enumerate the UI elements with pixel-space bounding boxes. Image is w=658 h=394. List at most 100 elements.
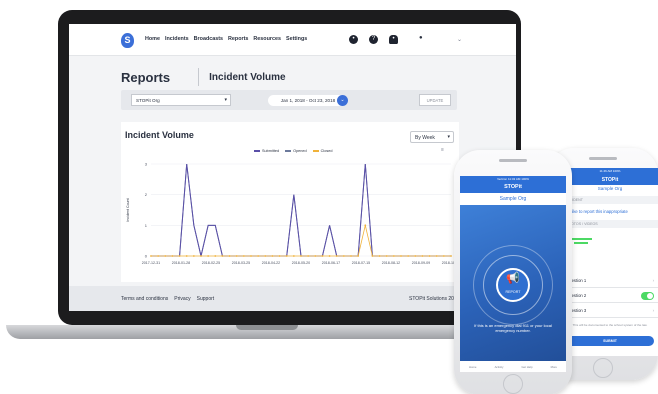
data-point [214,255,217,257]
page-header: Reports Incident Volume [121,68,286,86]
help-icon[interactable]: ? [369,35,378,44]
data-point [414,255,417,257]
attachment-thumb[interactable] [574,242,588,244]
legend-item[interactable]: Opened [285,149,307,153]
legend-label: Closed [320,149,333,153]
data-point [435,255,438,257]
app-header: STOPit [562,175,658,185]
data-point [357,255,360,257]
nav-link-incidents[interactable]: Incidents [165,36,189,42]
laptop-notch [236,325,298,330]
data-point [328,255,331,257]
data-point [342,255,345,257]
data-point [392,255,395,257]
report-link[interactable]: I'd like to report this inappropriate [566,209,628,214]
footer-link-support[interactable]: Support [197,296,215,302]
app-header: STOPit [504,184,522,190]
x-tick-label: 2018-07-15 [352,261,370,265]
tab-get-help[interactable]: Get Help [521,365,532,369]
data-point [364,224,367,227]
copyright-text: STOPit Solutions 201 [409,296,457,302]
question-row[interactable]: Question 1 › [562,274,658,288]
update-button[interactable]: UPDATE [419,94,451,106]
nav-link-reports[interactable]: Reports [228,36,248,42]
data-point [164,255,167,257]
chevron-right-icon: › [652,278,654,283]
date-range-picker[interactable]: Jan 1, 2018 - Oct 23, 2018 [268,95,348,106]
question-row[interactable]: Question 2 [562,289,658,303]
nav-link-resources[interactable]: Resources [253,36,281,42]
nav-link-settings[interactable]: Settings [286,36,307,42]
series-line [151,163,451,257]
chat-icon[interactable]: • [349,35,358,44]
x-tick-label: 2018-02-25 [202,261,220,265]
legend-label: Submitted [262,149,280,153]
tab-more[interactable]: More [551,365,557,369]
period-select[interactable]: By Week [410,131,454,143]
data-point [300,255,302,257]
home-button[interactable] [503,374,523,394]
x-tick-label: 2018-03-25 [232,261,250,265]
legend-item[interactable]: Submitted [254,149,279,153]
chart-tools-icon[interactable]: ≡ [441,147,444,153]
megaphone-icon: 📢 [506,272,520,285]
status-battery: 100% [612,169,621,173]
divider [198,68,200,86]
attachment-thumb[interactable] [570,238,592,240]
phone-front-screen: Verizon 11:43 AM 100% STOPit Sample Org … [460,176,566,372]
chevron-down-icon[interactable]: ⌄ [337,95,348,106]
x-tick-label: 2018-05-20 [292,261,310,265]
org-selector[interactable]: Sample Org [562,186,658,191]
chart-title: Incident Volume [125,130,194,140]
submit-button[interactable]: SUBMIT [566,336,654,346]
org-selector[interactable]: Sample Org [460,193,566,205]
data-point [307,255,310,257]
top-nav: S Home Incidents Broadcasts Reports Reso… [69,24,516,56]
data-point [450,255,452,257]
data-point [285,255,288,257]
footer-link-privacy[interactable]: Privacy [174,296,190,302]
section-header: PHOTOS / VIDEOS [562,220,658,228]
user-icon[interactable]: ● [419,35,423,41]
data-point [292,255,295,257]
nav-link-home[interactable]: Home [145,36,160,42]
dashboard-screen: S Home Incidents Broadcasts Reports Reso… [69,24,516,311]
tab-activity[interactable]: Activity [495,365,504,369]
bell-icon[interactable]: • [389,35,398,44]
data-point [385,255,388,257]
x-tick-label: 2018-04-22 [262,261,280,265]
data-point [157,255,160,257]
phone-speaker [499,159,527,162]
footer-link-terms[interactable]: Terms and conditions [121,296,168,302]
home-button[interactable] [593,358,613,378]
legend-item[interactable]: Closed [312,149,333,153]
section-header: INCIDENT [562,196,658,204]
tab-home[interactable]: Home [469,365,476,369]
data-point [185,255,188,257]
question-row[interactable]: Question 3 › [562,304,658,318]
data-point [242,255,245,257]
nav-link-broadcasts[interactable]: Broadcasts [194,36,223,42]
incident-volume-card: Incident Volume By Week ≡ Submitted Open… [121,122,459,282]
x-tick-label: 2017-12-31 [142,261,160,265]
data-point [150,255,152,257]
data-point [378,255,381,257]
x-tick-label: 2018-06-17 [322,261,340,265]
page-title: Reports [121,69,171,85]
stopit-logo[interactable]: S [121,33,134,48]
data-point [257,255,260,257]
x-tick-label: 2018-08-12 [382,261,400,265]
y-tick-label: 1 [145,223,148,228]
status-carrier: Verizon [497,177,508,181]
legend-label: Opened [293,149,307,153]
data-point [371,255,374,257]
chevron-down-icon[interactable]: ⌄ [457,36,462,43]
phone-speaker [589,157,617,160]
data-point [221,255,224,257]
footer: Terms and conditions Privacy Support STO… [69,286,516,311]
org-select[interactable]: STOPit Org [131,94,231,106]
nav-icons: • ? • [349,35,398,44]
data-point [278,255,281,257]
status-time: 11:43 AM [507,177,521,181]
toggle-switch[interactable] [641,292,654,300]
